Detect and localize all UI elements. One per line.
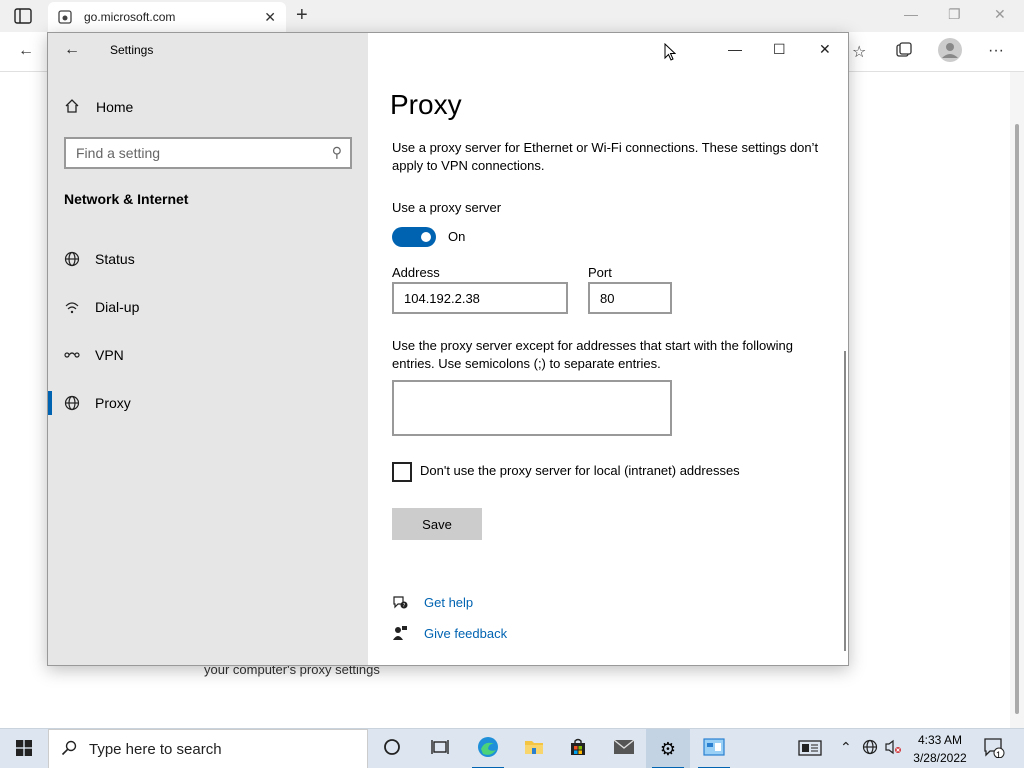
browser-close-icon[interactable]: ✕ <box>994 6 1006 23</box>
news-icon[interactable] <box>798 740 822 759</box>
action-center-icon[interactable] <box>984 738 1006 761</box>
taskbar-app-file-explorer[interactable] <box>512 729 556 768</box>
help-chat-icon: ? <box>392 594 408 610</box>
page-scrollbar[interactable] <box>1010 72 1024 728</box>
use-proxy-label: Use a proxy server <box>392 200 502 215</box>
sidebar-item-label: Home <box>96 99 134 115</box>
sidebar-item-label: Status <box>95 251 135 267</box>
taskbar-search-placeholder: Type here to search <box>89 741 222 758</box>
settings-content: Proxy Use a proxy server for Ethernet or… <box>368 33 848 665</box>
chevron-up-icon[interactable]: ⌃ <box>840 739 852 756</box>
settings-sidebar: ← Settings Home ⚲ Network & Internet Sta… <box>48 33 368 665</box>
cortana-icon <box>383 738 401 761</box>
browser-tab[interactable]: go.microsoft.com ✕ <box>48 2 286 32</box>
local-bypass-checkbox[interactable] <box>392 462 412 482</box>
svg-text:?: ? <box>403 603 406 609</box>
find-setting-box[interactable]: ⚲ <box>64 137 352 169</box>
port-input[interactable] <box>588 282 672 314</box>
profile-avatar-icon[interactable] <box>938 38 962 67</box>
tab-actions-icon[interactable] <box>14 8 32 24</box>
page-scrollbar-thumb[interactable] <box>1015 124 1019 714</box>
settings-window: ← Settings Home ⚲ Network & Internet Sta… <box>47 32 849 666</box>
save-button[interactable]: Save <box>392 508 482 540</box>
edge-icon <box>477 736 499 763</box>
taskbar: Type here to search ⚙ ⌃ 4:33 AM 3/28/202… <box>0 728 1024 768</box>
find-setting-input[interactable] <box>66 139 316 167</box>
address-label: Address <box>392 265 440 280</box>
settings-back-icon[interactable]: ← <box>64 41 80 59</box>
search-icon: ⚲ <box>331 144 342 160</box>
window-title: Settings <box>110 43 154 57</box>
taskbar-app-mail[interactable] <box>602 729 646 768</box>
sidebar-item-status[interactable]: Status <box>48 241 368 277</box>
more-menu-icon[interactable]: ··· <box>988 42 1004 60</box>
give-feedback-link[interactable]: Give feedback <box>424 626 507 641</box>
taskbar-app-edge[interactable] <box>466 729 510 768</box>
globe-status-icon <box>64 251 80 267</box>
search-icon <box>61 740 77 761</box>
exceptions-description: Use the proxy server except for addresse… <box>392 338 794 371</box>
globe-icon <box>64 395 80 411</box>
feedback-icon <box>392 625 408 641</box>
toggle-state-label: On <box>448 229 466 244</box>
store-icon <box>568 737 588 762</box>
notification-count: 1 <box>996 750 1002 760</box>
browser-restore-icon[interactable]: ❐ <box>948 6 961 23</box>
content-scrollbar[interactable] <box>844 351 846 651</box>
toggle-knob <box>421 232 431 242</box>
local-bypass-label[interactable]: Don't use the proxy server for local (in… <box>420 463 740 478</box>
sidebar-item-label: Proxy <box>95 395 131 411</box>
clock-date: 3/28/2022 <box>913 751 967 765</box>
exceptions-textarea[interactable] <box>392 380 672 436</box>
get-help-row[interactable]: ? Get help <box>392 592 473 612</box>
browser-back-icon[interactable]: ← <box>18 42 34 60</box>
give-feedback-row[interactable]: Give feedback <box>392 623 507 643</box>
sidebar-item-vpn[interactable]: VPN <box>48 337 368 373</box>
task-view-button[interactable] <box>418 729 462 768</box>
sidebar-item-home[interactable]: Home <box>64 97 133 117</box>
favorites-icon[interactable]: ☆ <box>852 42 866 62</box>
get-help-link[interactable]: Get help <box>424 595 473 610</box>
browser-minimize-icon[interactable]: — <box>904 6 918 22</box>
sidebar-item-proxy[interactable]: Proxy <box>48 385 368 421</box>
home-icon <box>64 98 80 117</box>
taskbar-search-box[interactable]: Type here to search <box>48 729 368 768</box>
address-input[interactable] <box>392 282 568 314</box>
sidebar-item-dialup[interactable]: Dial-up <box>48 289 368 325</box>
gear-icon: ⚙ <box>659 738 677 759</box>
port-label: Port <box>588 265 612 280</box>
system-clock[interactable]: 4:33 AM 3/28/2022 <box>904 731 976 767</box>
cortana-button[interactable] <box>370 729 414 768</box>
task-view-icon <box>431 738 449 761</box>
start-button[interactable] <box>0 729 48 768</box>
sidebar-item-label: Dial-up <box>95 299 140 315</box>
tab-title: go.microsoft.com <box>84 10 176 24</box>
page-favicon-icon <box>58 10 72 24</box>
volume-muted-icon[interactable] <box>884 739 902 758</box>
proxy-intro-text: Use a proxy server for Ethernet or Wi-Fi… <box>392 140 819 173</box>
use-proxy-toggle[interactable] <box>392 227 436 247</box>
clock-time: 4:33 AM <box>917 733 963 747</box>
browser-tabbar: go.microsoft.com ✕ + — ❐ ✕ <box>0 0 1024 32</box>
collections-icon[interactable] <box>896 42 912 63</box>
windows-logo-icon <box>16 739 32 759</box>
new-tab-icon[interactable]: + <box>296 4 308 27</box>
section-title: Network & Internet <box>64 191 189 207</box>
taskbar-app-network-window[interactable] <box>692 729 736 768</box>
taskbar-app-settings[interactable]: ⚙ <box>646 729 690 768</box>
vpn-icon <box>64 347 80 363</box>
taskbar-app-store[interactable] <box>556 729 600 768</box>
dialup-icon <box>64 299 80 315</box>
sidebar-item-label: VPN <box>95 347 124 363</box>
page-title: Proxy <box>390 89 462 120</box>
network-globe-icon[interactable] <box>862 739 878 758</box>
tab-close-icon[interactable]: ✕ <box>264 9 276 26</box>
network-window-icon <box>703 737 725 761</box>
folder-icon <box>524 738 544 761</box>
mail-icon <box>613 738 635 760</box>
